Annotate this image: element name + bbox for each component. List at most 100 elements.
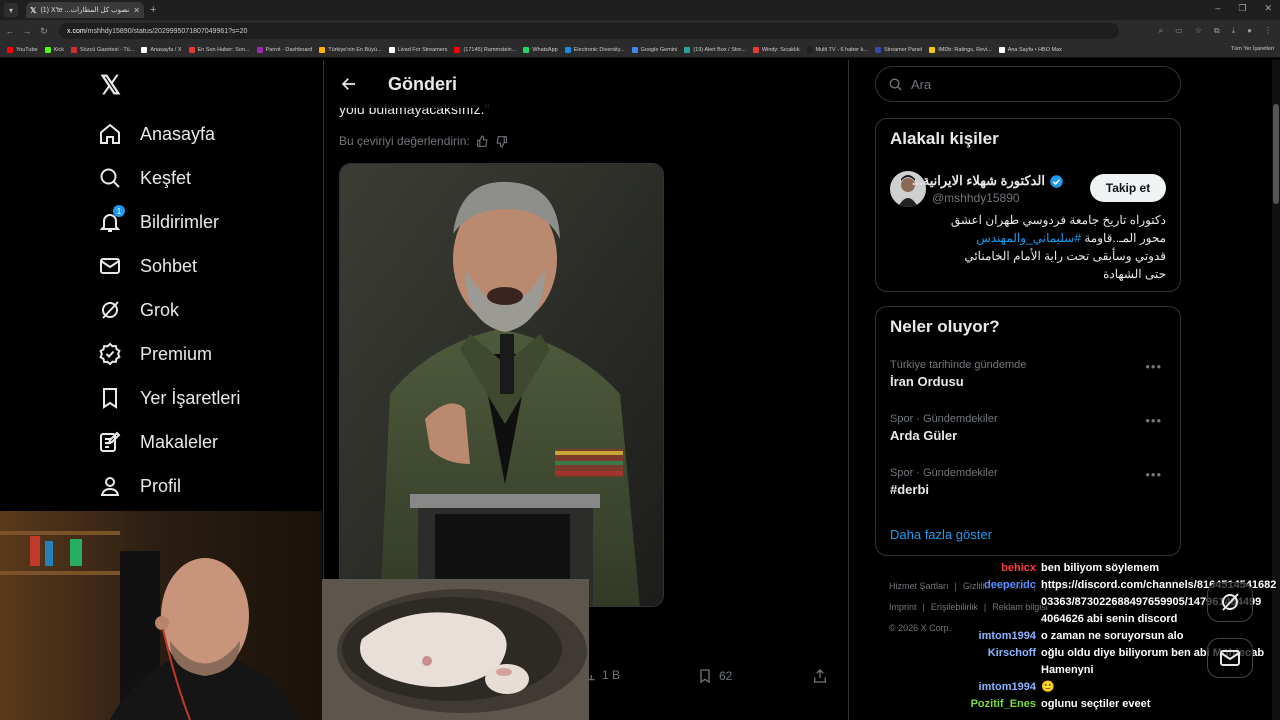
nav-grok-label: Grok <box>140 299 180 320</box>
more-options-icon[interactable]: ••• <box>1145 359 1162 374</box>
bookmark-label: YouTube <box>16 46 38 53</box>
bookmark-item[interactable]: Anasayfa / X <box>141 46 182 53</box>
x-logo-icon[interactable]: 𝕏 <box>100 72 126 98</box>
bookmark-item[interactable]: En Son Haber: Son... <box>188 46 250 53</box>
chat-text: ben biliyom söylemem <box>1041 562 1159 574</box>
bio-line-1: دكتوراه تاريخ جامعة فردوسي طهران اعشق <box>950 213 1166 227</box>
bookmark-item[interactable]: Streamer Panel <box>874 46 922 53</box>
bookmark-item[interactable]: (19) Alert Box / Stre... <box>684 46 746 53</box>
share-action[interactable] <box>812 668 828 684</box>
bookmark-item[interactable]: YouTube <box>7 46 38 53</box>
bookmark-favicon-icon <box>631 46 638 53</box>
nav-messages[interactable]: Sohbet <box>98 244 240 288</box>
bookmark-item[interactable]: Windy: Sıcaklık <box>752 46 800 53</box>
bookmark-label: Ana Sayfa • HBO Max <box>1007 46 1062 53</box>
close-window-icon[interactable]: ✕ <box>1264 3 1272 14</box>
bookmark-item[interactable]: IMDb: Ratings, Revi... <box>929 46 992 53</box>
bookmark-item[interactable]: Ana Sayfa • HBO Max <box>998 46 1062 53</box>
bookmark-action-icon <box>700 669 710 684</box>
bio-line-2: محور المـ..قاومة #سليماني_والمهندس <box>906 229 1166 247</box>
reload-icon[interactable]: ↻ <box>37 26 51 37</box>
forward-nav-icon[interactable]: → <box>20 26 34 36</box>
search-box[interactable] <box>875 66 1181 102</box>
bookmark-item[interactable]: Kick <box>44 46 64 53</box>
bookmarks-bar: YouTube Kick Sözcü Gazetesi - Tü... Anasayf… <box>0 42 1280 58</box>
bookmark-item[interactable]: Türkiye'nin En Büyü... <box>319 46 382 53</box>
bookmark-label: En Son Haber: Son... <box>197 46 250 53</box>
bookmark-favicon-icon <box>806 46 813 53</box>
trends-title: Neler oluyor? <box>890 317 1000 336</box>
trend-item[interactable]: Türkiye tarihinde gündemde İran Ordusu •… <box>890 359 1170 389</box>
nav-grok[interactable]: Grok <box>98 288 240 332</box>
trend-item[interactable]: Spor · Gündemdekiler Arda Güler ••• <box>890 413 1170 443</box>
follow-button[interactable]: Takip et <box>1090 174 1166 202</box>
address-bar-row: ← → ↻ x.com/mshhdy15890/status/202999507… <box>0 20 1280 42</box>
nav-explore[interactable]: Keşfet <box>98 156 240 200</box>
tab-list-button[interactable]: ▾ <box>4 3 18 17</box>
x-favicon-icon: 𝕏 <box>30 5 37 15</box>
thumbs-down-icon[interactable] <box>495 135 508 148</box>
bookmark-label: (17145) Rammstein... <box>463 46 517 53</box>
show-more-link[interactable]: Daha fazla göster <box>890 527 992 542</box>
search-input[interactable] <box>911 76 1161 92</box>
more-options-icon[interactable]: ••• <box>1145 413 1162 428</box>
bookmark-favicon-icon <box>523 46 530 53</box>
trend-name: Arda Güler <box>890 428 958 443</box>
bookmark-item[interactable]: Multi TV - 6 haber k... <box>806 46 868 53</box>
menu-icon[interactable]: ⋮ <box>1264 26 1272 36</box>
bookmark-favicon-icon <box>684 46 691 53</box>
bookmark-favicon-icon <box>388 46 395 53</box>
bookmark-action[interactable]: 62 <box>697 668 732 684</box>
nav-notifications-label: Bildirimler <box>140 211 220 232</box>
url-field[interactable]: x.com/mshhdy15890/status/202999507180704… <box>59 23 1119 39</box>
grok-float-button[interactable] <box>1207 582 1253 622</box>
footer-separator: | <box>922 602 925 612</box>
related-bio: دكتوراه تاريخ جامعة فردوسي طهران اعشق مح… <box>906 211 1166 283</box>
terms-link[interactable]: Hizmet Şartları <box>889 581 949 591</box>
related-name[interactable]: ...الدكتورة شهلاء الايرانية <box>912 173 1064 189</box>
extensions-icon[interactable]: ⧉ <box>1214 26 1220 36</box>
nav-notifications[interactable]: 1 Bildirimler <box>98 200 240 244</box>
browser-tab[interactable]: 𝕏 (1) X'te ...نصوب كل المطارات ✕ <box>26 2 144 18</box>
related-people-card: Alakalı kişiler ...الدكتورة شهلاء الايرا… <box>875 118 1181 292</box>
nav-profile[interactable]: Profil <box>98 464 240 508</box>
scrollbar-thumb[interactable] <box>1273 104 1279 204</box>
cast-icon[interactable]: ▭ <box>1175 26 1183 36</box>
maximize-icon[interactable]: ❐ <box>1238 3 1246 14</box>
bookmark-item[interactable]: (17145) Rammstein... <box>454 46 517 53</box>
back-nav-icon[interactable]: ← <box>3 26 17 36</box>
bookmark-item[interactable]: Livad For Streamers <box>388 46 448 53</box>
download-icon[interactable]: ⤓ <box>1232 26 1236 36</box>
star-icon[interactable]: ☆ <box>1195 26 1202 36</box>
back-arrow-icon[interactable] <box>340 75 358 93</box>
bookmark-item[interactable]: WhatsApp <box>523 46 558 53</box>
all-bookmarks-link[interactable]: Tüm Yer İşaretleri <box>1231 46 1274 52</box>
bookmark-item[interactable]: Electronic Diversity... <box>564 46 625 53</box>
nav-home[interactable]: Anasayfa <box>98 112 240 156</box>
bookmark-label: Livad For Streamers <box>397 46 448 53</box>
bookmark-label: Parrot - Dashboard <box>265 46 313 53</box>
minimize-icon[interactable]: – <box>1215 3 1220 14</box>
tweet-media-image[interactable] <box>339 163 664 607</box>
tab-close-icon[interactable]: ✕ <box>133 6 140 15</box>
messages-float-button[interactable] <box>1207 638 1253 678</box>
bookmark-item[interactable]: Google Gemini <box>631 46 677 53</box>
search-icon <box>889 78 902 91</box>
thumbs-up-icon[interactable] <box>476 135 489 148</box>
bookmark-item[interactable]: Parrot - Dashboard <box>256 46 313 53</box>
imprint-link[interactable]: Imprint <box>889 602 917 612</box>
trend-context: Spor · Gündemdekiler <box>890 467 998 479</box>
nav-home-label: Anasayfa <box>140 123 216 144</box>
nav-articles[interactable]: Makaleler <box>98 420 240 464</box>
new-tab-button[interactable]: + <box>150 4 156 16</box>
bookmark-item[interactable]: Sözcü Gazetesi - Tü... <box>71 46 134 53</box>
nav-premium[interactable]: Premium <box>98 332 240 376</box>
zoom-icon[interactable]: ⌕ <box>1159 26 1163 36</box>
trend-item[interactable]: Spor · Gündemdekiler #derbi ••• <box>890 467 1170 497</box>
nav-bookmarks[interactable]: Yer İşaretleri <box>98 376 240 420</box>
profile-avatar-icon[interactable]: ● <box>1247 26 1252 36</box>
more-options-icon[interactable]: ••• <box>1145 467 1162 482</box>
grok-icon <box>102 301 119 319</box>
rate-translation: Bu çeviriyi değerlendirin: <box>339 134 508 148</box>
bio-hashtag-link[interactable]: #سليماني_والمهندس <box>976 231 1081 245</box>
